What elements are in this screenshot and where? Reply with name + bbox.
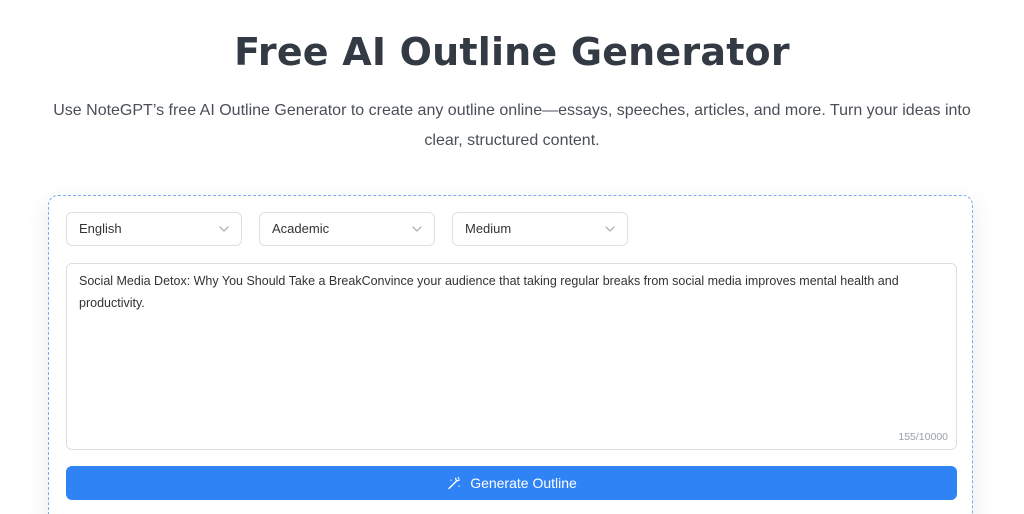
generate-outline-label: Generate Outline: [470, 475, 577, 491]
generate-outline-button[interactable]: Generate Outline: [66, 466, 957, 500]
page-title: Free AI Outline Generator: [234, 30, 790, 74]
topic-textarea[interactable]: Social Media Detox: Why You Should Take …: [66, 263, 957, 450]
chevron-down-icon: [219, 226, 229, 232]
topic-textarea-value[interactable]: Social Media Detox: Why You Should Take …: [79, 270, 944, 314]
outline-generator-page: Free AI Outline Generator Use NoteGPT’s …: [0, 0, 1024, 514]
character-counter: 155/10000: [898, 431, 948, 443]
length-select[interactable]: Medium: [452, 212, 628, 246]
style-select[interactable]: Academic: [259, 212, 435, 246]
language-select-value: English: [79, 221, 122, 236]
language-select[interactable]: English: [66, 212, 242, 246]
chevron-down-icon: [412, 226, 422, 232]
style-select-value: Academic: [272, 221, 330, 236]
page-subtitle: Use NoteGPT’s free AI Outline Generator …: [53, 102, 971, 149]
chevron-down-icon: [605, 226, 615, 232]
magic-wand-icon: [448, 476, 461, 490]
length-select-value: Medium: [465, 221, 512, 236]
generator-card: English Academic Medium Social Media Det…: [48, 195, 973, 514]
